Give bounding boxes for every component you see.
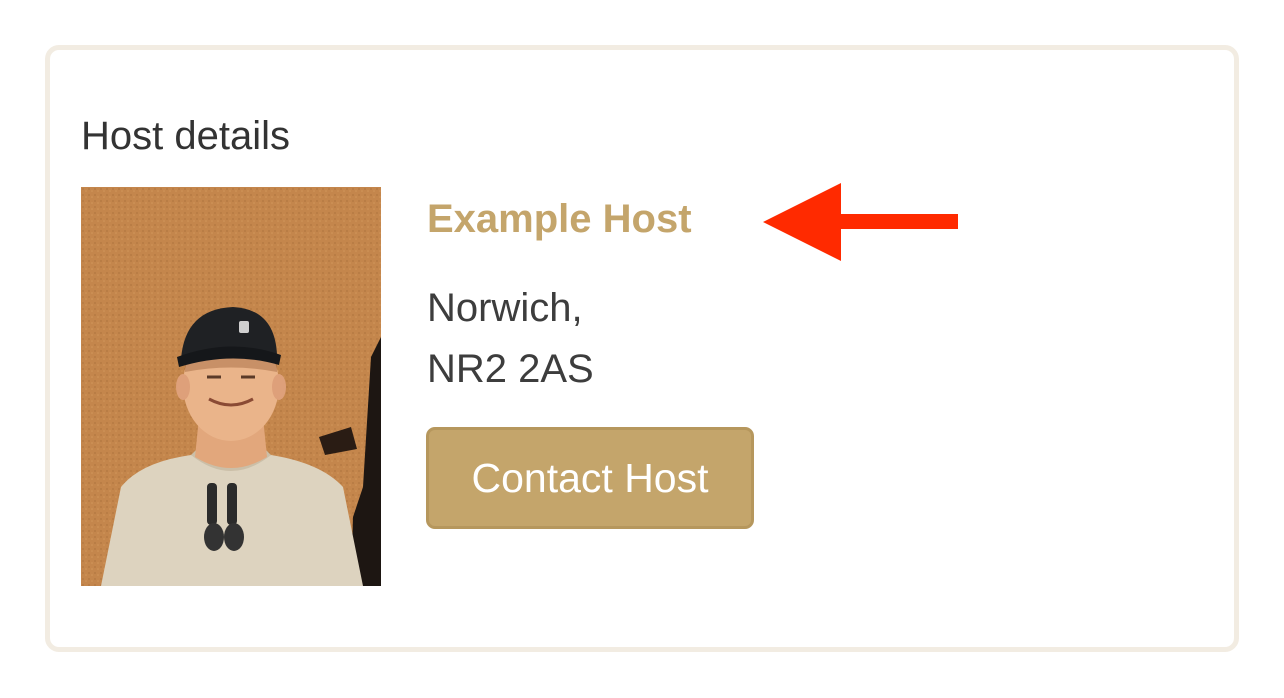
arrow-left-icon: [763, 183, 958, 261]
host-address: Norwich, NR2 2AS: [427, 278, 594, 400]
host-name-link[interactable]: Example Host: [427, 195, 692, 243]
contact-host-button[interactable]: Contact Host: [426, 427, 754, 529]
address-line-postcode: NR2 2AS: [427, 347, 594, 391]
address-line-city: Norwich,: [427, 286, 583, 330]
host-details-card: Host details Example Host Norwich, NR2 2…: [45, 45, 1239, 652]
host-photo: [81, 187, 381, 586]
card-title: Host details: [81, 114, 290, 158]
